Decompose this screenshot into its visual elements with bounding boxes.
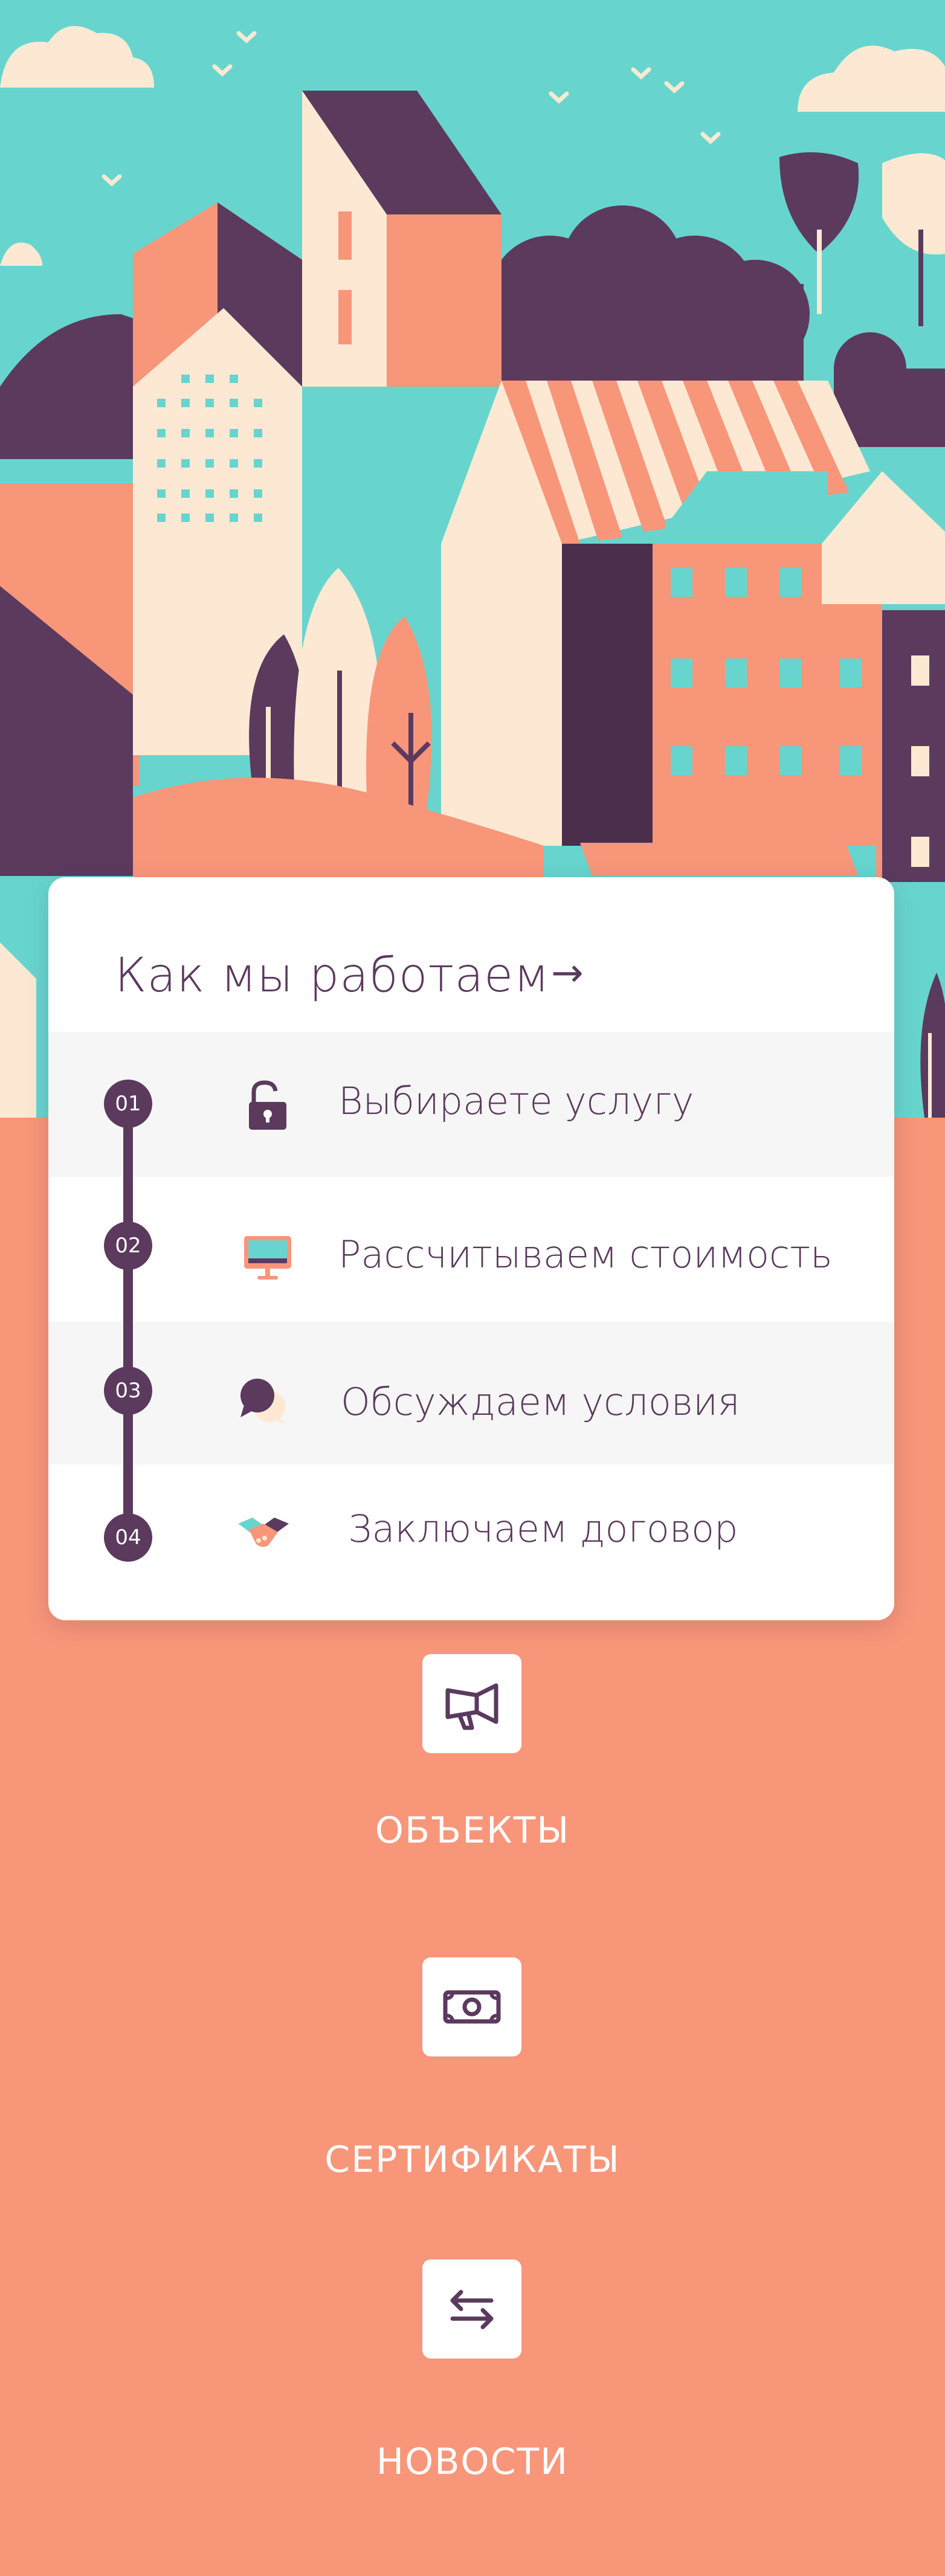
step-item: Рассчитываем стоимость [48,1177,894,1322]
step-item: Обсуждаем условия [48,1322,894,1464]
card-title[interactable]: Как мы работаем [115,948,550,1003]
step-label: Обсуждаем условия [341,1380,740,1424]
banknote-icon [443,1990,501,2024]
step-label: Заключаем договор [348,1507,738,1551]
news-label[interactable]: НОВОСТИ [0,2441,945,2483]
step-label: Рассчитываем стоимость [338,1232,833,1277]
step-number-badge: 04 [104,1513,152,1562]
timeline-line [123,1106,133,1541]
objects-button[interactable] [422,1654,521,1753]
certificates-button[interactable] [422,1957,521,2056]
step-item: Выбираете услугу [48,1032,894,1177]
objects-label[interactable]: ОБЪЕКТЫ [0,1809,945,1852]
certificates-label[interactable]: СЕРТИФИКАТЫ [0,2139,945,2181]
news-button[interactable] [422,2259,521,2359]
step-label: Выбираете услугу [338,1079,694,1123]
lock-open-icon [240,1079,295,1133]
arrow-right-icon[interactable]: → [551,951,584,996]
monitor-icon [240,1230,295,1284]
megaphone-icon [445,1683,498,1730]
how-we-work-card: Как мы работаем → Выбираете услугу Рассч… [48,877,894,1620]
handshake-icon [234,1505,289,1560]
chat-bubbles-icon [236,1374,290,1428]
step-number-badge: 01 [104,1080,152,1128]
step-number-badge: 03 [104,1367,152,1415]
step-item: Заключаем договор [48,1464,894,1620]
step-number-badge: 02 [104,1222,152,1270]
swap-arrows-icon [450,2290,494,2330]
